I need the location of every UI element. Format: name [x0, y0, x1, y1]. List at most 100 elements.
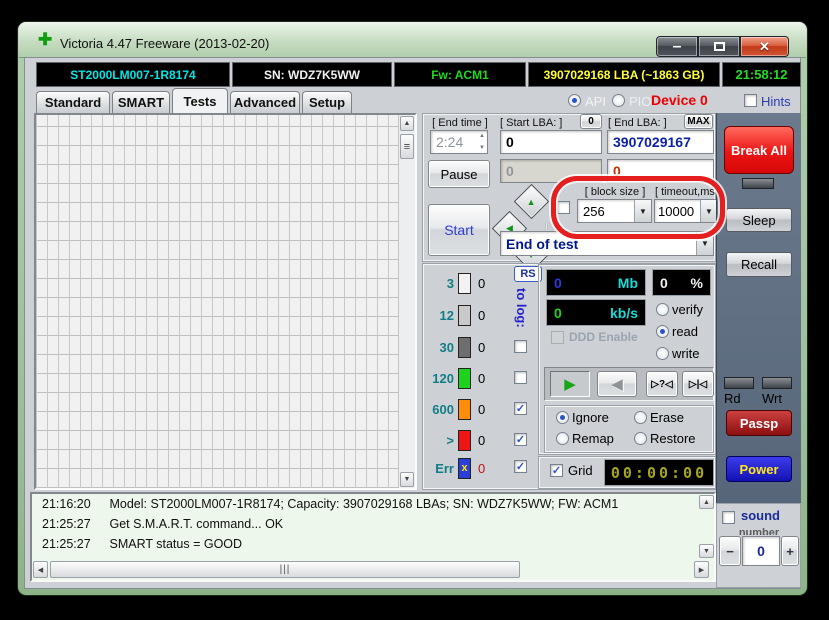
verify-label: verify — [672, 302, 703, 317]
play-button[interactable]: ▶ — [550, 371, 590, 397]
remap-radio[interactable] — [556, 432, 569, 445]
end-lba-label: [ End LBA: ] — [608, 117, 667, 129]
api-radio[interactable] — [568, 94, 581, 107]
tab-standard[interactable]: Standard — [36, 91, 110, 113]
scale-swatch — [458, 305, 471, 326]
scrollbar-thumb[interactable]: ≡ — [400, 134, 414, 159]
read-label: read — [672, 324, 698, 339]
scale-row: 600 0 — [424, 397, 485, 421]
write-label: write — [672, 346, 699, 361]
hints-checkbox[interactable] — [744, 94, 757, 107]
scale-row: Err x 0 — [424, 456, 485, 480]
pio-label: PIO — [629, 94, 651, 109]
scale-count: 0 — [478, 308, 485, 323]
scale-count: 0 — [478, 276, 485, 291]
scan-jump-button[interactable]: ▷?◁ — [646, 371, 678, 397]
scroll-up-icon[interactable]: ▲ — [400, 116, 414, 131]
elapsed-timer: 00:00:00 — [604, 459, 714, 486]
scale-label: 120 — [424, 371, 454, 386]
maximize-button[interactable] — [698, 36, 740, 57]
log-text: Get S.M.A.R.T. command... OK — [109, 517, 283, 531]
log-scroll-down-icon[interactable]: ▼ — [699, 544, 714, 558]
scale-label: 30 — [424, 340, 454, 355]
log-checkbox-gt[interactable]: ✓ — [514, 433, 527, 446]
scan-jump-icon: ▷?◁ — [651, 379, 673, 390]
scale-count: 0 — [478, 340, 485, 355]
scale-swatch — [458, 368, 471, 389]
ignore-label: Ignore — [572, 410, 609, 425]
end-time-value: 2:24 — [436, 134, 463, 150]
back-button[interactable]: ◀ — [597, 371, 637, 397]
end-lba-input[interactable]: 3907029167 — [607, 130, 714, 154]
tab-tests[interactable]: Tests — [172, 88, 228, 113]
passp-button[interactable]: Passp — [726, 410, 792, 436]
wrt-label: Wrt — [762, 391, 782, 406]
tab-smart[interactable]: SMART — [112, 91, 170, 113]
highlight-annotation — [551, 176, 725, 239]
end-lba-max-button[interactable]: MAX — [684, 114, 713, 129]
grid-scrollbar[interactable]: ▲ ≡ ▼ — [398, 115, 415, 488]
skip-icon: ▷|◁ — [689, 379, 707, 390]
restore-radio[interactable] — [634, 432, 647, 445]
number-minus-button[interactable]: − — [719, 536, 741, 566]
number-plus-button[interactable]: + — [781, 536, 799, 566]
log-checkbox-30[interactable] — [514, 340, 527, 353]
grid-checkbox[interactable]: ✓ — [550, 464, 563, 477]
to-log-label: to log: — [514, 288, 529, 328]
start-lba-zero-button[interactable]: 0 — [580, 114, 602, 129]
log-checkbox-err[interactable]: ✓ — [514, 460, 527, 473]
spin-up-icon[interactable]: ▲ — [479, 133, 485, 139]
log-entry: 21:25:27 SMART status = GOOD — [42, 537, 242, 551]
drive-firmware: Fw: ACM1 — [394, 62, 526, 87]
recall-button[interactable]: Recall — [726, 252, 792, 277]
power-button[interactable]: Power — [726, 456, 792, 482]
scroll-down-icon[interactable]: ▼ — [400, 472, 414, 487]
read-radio[interactable] — [656, 325, 669, 338]
log-hscroll-thumb[interactable]: ||| — [50, 561, 520, 578]
start-button[interactable]: Start — [428, 204, 490, 256]
close-button[interactable]: ✕ — [740, 36, 789, 57]
close-icon: ✕ — [759, 39, 770, 55]
tab-advanced[interactable]: Advanced — [230, 91, 300, 113]
log-time: 21:25:27 — [42, 517, 98, 531]
arrow-up-icon: ▲ — [527, 196, 536, 206]
erase-radio[interactable] — [634, 411, 647, 424]
restore-label: Restore — [650, 431, 696, 446]
end-time-spinner[interactable]: 2:24 ▲ ▼ — [430, 130, 488, 154]
minimize-button[interactable]: – — [656, 36, 698, 57]
percent-display: 0 % — [652, 269, 711, 296]
sound-checkbox[interactable] — [722, 511, 735, 524]
scale-row: > 0 — [424, 428, 485, 452]
pio-radio[interactable] — [612, 94, 625, 107]
mb-value: 0 — [554, 275, 562, 291]
log-scroll-left-icon[interactable]: ◀ — [33, 561, 48, 578]
play-icon: ▶ — [564, 375, 576, 393]
window-title: Victoria 4.47 Freeware (2013-02-20) — [60, 36, 269, 51]
ddd-enable-checkbox[interactable] — [551, 331, 564, 344]
start-lba-input[interactable]: 0 — [500, 130, 602, 154]
percent-unit: % — [691, 275, 703, 291]
verify-radio[interactable] — [656, 303, 669, 316]
write-radio[interactable] — [656, 347, 669, 360]
scale-swatch — [458, 273, 471, 294]
skip-button[interactable]: ▷|◁ — [682, 371, 714, 397]
log-scroll-right-icon[interactable]: ▶ — [694, 561, 709, 578]
log-entry: 21:25:27 Get S.M.A.R.T. command... OK — [42, 517, 283, 531]
sleep-button[interactable]: Sleep — [726, 208, 792, 232]
speed-value: 0 — [554, 305, 562, 321]
ignore-radio[interactable] — [556, 411, 569, 424]
log-checkbox-120[interactable] — [514, 371, 527, 384]
break-all-button[interactable]: Break All — [724, 126, 794, 174]
pause-button[interactable]: Pause — [428, 160, 490, 188]
number-field[interactable]: 0 — [742, 536, 780, 566]
scale-row: 12 0 — [424, 303, 485, 327]
scale-count: 0 — [478, 402, 485, 417]
scale-row: 30 0 — [424, 335, 485, 359]
spin-down-icon[interactable]: ▼ — [479, 145, 485, 151]
log-scroll-up-icon[interactable]: ▲ — [699, 495, 714, 509]
minimize-icon: – — [673, 38, 682, 56]
error-swatch: x — [458, 458, 471, 479]
tab-setup[interactable]: Setup — [302, 91, 352, 113]
write-led — [762, 377, 792, 389]
log-checkbox-600[interactable]: ✓ — [514, 402, 527, 415]
